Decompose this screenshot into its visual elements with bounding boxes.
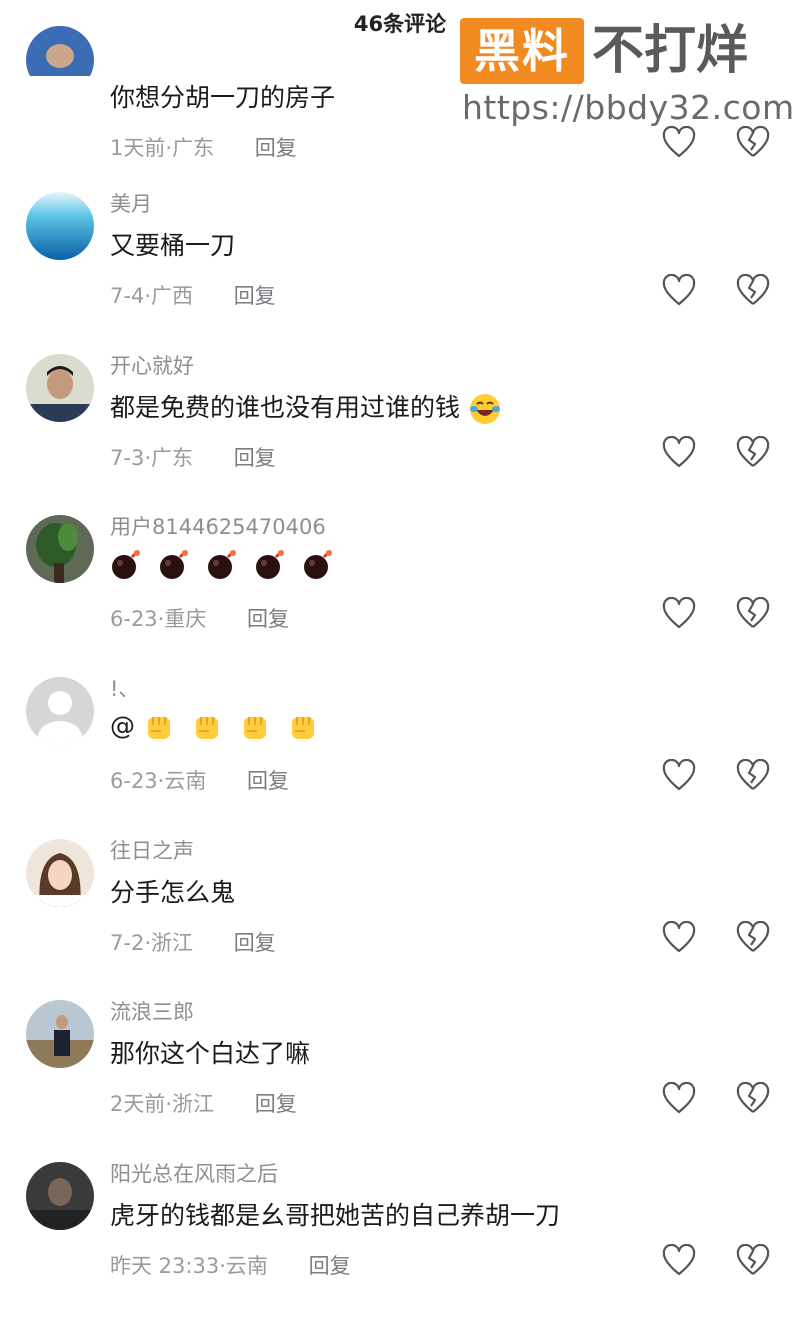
comment-item: 往日之声 分手怎么鬼 7-2·浙江 回复 (0, 839, 800, 1001)
comment-location: 浙江 (172, 1092, 215, 1116)
raised-fist-emoji-icon (243, 717, 266, 739)
comment-location: 广东 (172, 136, 215, 160)
comment-text: 又要桶一刀 (110, 231, 236, 260)
user-avatar[interactable] (26, 1162, 94, 1230)
comment-text: 那你这个白达了嘛 (110, 1039, 311, 1068)
comment-location: 云南 (225, 1254, 268, 1278)
comment-text: @ (110, 711, 327, 743)
broken-heart-outline-icon[interactable] (736, 436, 770, 470)
bomb-emoji-icon (159, 550, 188, 579)
bomb-emoji-icon (207, 550, 236, 579)
comment-username[interactable]: 往日之声 (110, 835, 194, 865)
comment-text: 都是免费的谁也没有用过谁的钱 (110, 388, 502, 426)
comment-text: 分手怎么鬼 (110, 878, 236, 907)
bomb-emoji-icon (112, 550, 140, 579)
comment-username[interactable]: !、 (110, 673, 139, 703)
comment-username[interactable]: 阳光总在风雨之后 (110, 1158, 278, 1188)
broken-heart-outline-icon[interactable] (736, 126, 770, 160)
comment-item: 阳光总在风雨之后 虎牙的钱都是幺哥把她苦的自己养胡一刀 昨天 23:33·云南 … (0, 1162, 800, 1324)
comment-item: 流浪三郎 那你这个白达了嘛 2天前·浙江 回复 (0, 1000, 800, 1162)
comment-item: 美月 又要桶一刀 7-4·广西 回复 (0, 192, 800, 354)
comment-username[interactable]: 美月 (110, 188, 152, 218)
comment-username[interactable]: 开心就好 (110, 350, 194, 380)
comment-text (110, 549, 342, 581)
comment-username[interactable]: 用户8144625470406 (110, 511, 326, 541)
heart-outline-icon[interactable] (662, 921, 696, 955)
user-avatar[interactable] (26, 26, 94, 94)
comment-time: 7-3 (110, 446, 145, 470)
comment-text: 你想分胡一刀的房子 (110, 83, 336, 112)
reply-button[interactable]: 回复 (255, 1092, 297, 1116)
raised-fist-emoji-icon (291, 717, 314, 739)
heart-outline-icon[interactable] (662, 759, 696, 793)
comment-item: 用户8144625470406 6-23·重庆 回复 (0, 515, 800, 677)
comment-meta: 昨天 23:33·云南 回复 (110, 1254, 351, 1278)
laugh-cry-emoji-icon (469, 394, 500, 424)
comment-time: 1天前 (110, 136, 166, 160)
comment-location: 云南 (164, 769, 207, 793)
comment-meta: 7-2·浙江 回复 (110, 931, 276, 955)
heart-outline-icon[interactable] (662, 597, 696, 631)
comment-meta: 6-23·重庆 回复 (110, 607, 290, 631)
comment-item: 你想分胡一刀的房子 1天前·广东 回复 (0, 26, 800, 206)
heart-outline-icon[interactable] (662, 126, 696, 160)
raised-fist-emoji-icon (147, 717, 170, 739)
comment-meta: 2天前·浙江 回复 (110, 1092, 297, 1116)
comment-meta: 7-4·广西 回复 (110, 284, 276, 308)
heart-outline-icon[interactable] (662, 274, 696, 308)
comment-location: 浙江 (151, 931, 193, 955)
user-avatar[interactable] (26, 1000, 94, 1068)
reply-button[interactable]: 回复 (247, 607, 289, 631)
reply-button[interactable]: 回复 (234, 931, 276, 955)
reply-button[interactable]: 回复 (234, 284, 276, 308)
reply-button[interactable]: 回复 (309, 1254, 351, 1278)
heart-outline-icon[interactable] (662, 436, 696, 470)
bomb-emoji-icon (303, 550, 332, 579)
comment-item: !、 @ 6-23·云南 回复 (0, 677, 800, 839)
comment-location: 广西 (151, 284, 193, 308)
comment-time: 7-2 (110, 931, 145, 955)
comment-time: 2天前 (110, 1092, 166, 1116)
bomb-emoji-icon (255, 550, 284, 579)
reply-button[interactable]: 回复 (234, 446, 276, 470)
comment-meta: 6-23·云南 回复 (110, 769, 290, 793)
comment-time: 6-23 (110, 607, 158, 631)
user-avatar[interactable] (26, 515, 94, 583)
comment-time: 昨天 23:33 (110, 1254, 220, 1278)
comment-meta: 7-3·广东 回复 (110, 446, 276, 470)
broken-heart-outline-icon[interactable] (736, 921, 770, 955)
user-avatar[interactable] (26, 354, 94, 422)
broken-heart-outline-icon[interactable] (736, 759, 770, 793)
reply-button[interactable]: 回复 (255, 136, 297, 160)
user-avatar[interactable] (26, 839, 94, 907)
comment-location: 广东 (151, 446, 193, 470)
broken-heart-outline-icon[interactable] (736, 597, 770, 631)
comment-meta: 1天前·广东 回复 (110, 136, 297, 160)
user-avatar[interactable] (26, 677, 94, 745)
comment-time: 7-4 (110, 284, 145, 308)
heart-outline-icon[interactable] (662, 1082, 696, 1116)
comment-item: 开心就好 都是免费的谁也没有用过谁的钱 7-3·广东 回复 (0, 354, 800, 516)
user-avatar[interactable] (26, 192, 94, 260)
reply-button[interactable]: 回复 (247, 769, 289, 793)
comment-time: 6-23 (110, 769, 158, 793)
broken-heart-outline-icon[interactable] (736, 1244, 770, 1278)
heart-outline-icon[interactable] (662, 1244, 696, 1278)
raised-fist-emoji-icon (195, 717, 218, 739)
broken-heart-outline-icon[interactable] (736, 1082, 770, 1116)
comment-location: 重庆 (164, 607, 207, 631)
broken-heart-outline-icon[interactable] (736, 274, 770, 308)
comment-username[interactable]: 流浪三郎 (110, 996, 194, 1026)
comment-text: 虎牙的钱都是幺哥把她苦的自己养胡一刀 (110, 1201, 561, 1230)
